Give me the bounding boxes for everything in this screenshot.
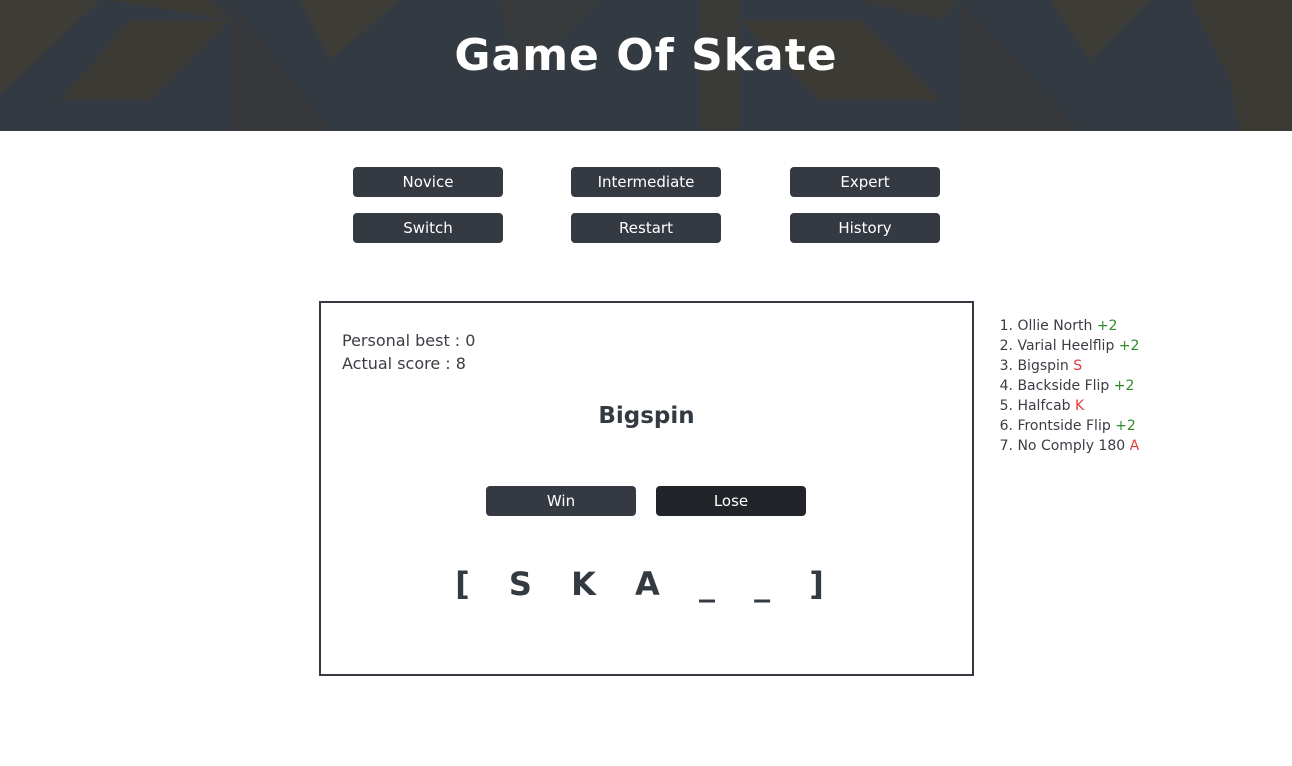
history-item-result: A [1129, 438, 1140, 454]
history-item-trick: Ollie North [1017, 318, 1093, 334]
game-panel: Personal best : 0 Actual score : 8 Bigsp… [319, 301, 974, 676]
win-button[interactable]: Win [486, 486, 636, 516]
history-item-number: 2. [999, 338, 1013, 354]
history-item-trick: Frontside Flip [1017, 418, 1111, 434]
history-item-trick: Halfcab [1017, 398, 1071, 414]
novice-button[interactable]: Novice [353, 167, 503, 197]
history-item-trick: Bigspin [1017, 358, 1069, 374]
history-item-result: K [1075, 398, 1085, 414]
history-item: 7. No Comply 180 A [991, 436, 1140, 456]
history-item-number: 4. [999, 378, 1013, 394]
lose-button[interactable]: Lose [656, 486, 806, 516]
header-banner: Game Of Skate [0, 0, 1292, 131]
expert-button[interactable]: Expert [790, 167, 940, 197]
switch-button[interactable]: Switch [353, 213, 503, 243]
history-item-trick: Backside Flip [1017, 378, 1110, 394]
history-item: 4. Backside Flip +2 [991, 376, 1139, 396]
restart-button[interactable]: Restart [571, 213, 721, 243]
history-item-result: +2 [1096, 318, 1118, 334]
skate-letters: [ S K A _ _ ] [455, 565, 838, 603]
history-item-result: +2 [1115, 418, 1136, 434]
intermediate-button[interactable]: Intermediate [571, 167, 721, 197]
history-item: 5. Halfcab K [991, 396, 1139, 416]
history-item-number: 5. [999, 398, 1013, 414]
history-item: 1. Ollie North +2 [991, 316, 1139, 336]
history-item-result: S [1073, 358, 1083, 374]
history-item-result: +2 [1118, 338, 1140, 354]
history-item: 6. Frontside Flip +2 [991, 416, 1139, 436]
personal-best: Personal best : 0 [342, 331, 476, 350]
history-item-number: 1. [999, 318, 1013, 334]
history-item-trick: No Comply 180 [1017, 438, 1126, 454]
history-item-number: 7. [999, 438, 1013, 454]
trick-history-list: 1. Ollie North +2 2. Varial Heelflip +2 3.… [991, 316, 1140, 456]
history-item: 2. Varial Heelflip +2 [991, 336, 1140, 356]
history-item-number: 3. [999, 358, 1013, 374]
history-item-trick: Varial Heelflip [1017, 338, 1115, 354]
page-title: Game Of Skate [454, 30, 838, 81]
history-item-number: 6. [999, 418, 1013, 434]
current-trick: Bigspin [598, 403, 695, 429]
history-button[interactable]: History [790, 213, 940, 243]
history-item: 3. Bigspin S [991, 356, 1139, 376]
actual-score: Actual score : 8 [342, 354, 466, 373]
history-item-result: +2 [1113, 378, 1135, 394]
